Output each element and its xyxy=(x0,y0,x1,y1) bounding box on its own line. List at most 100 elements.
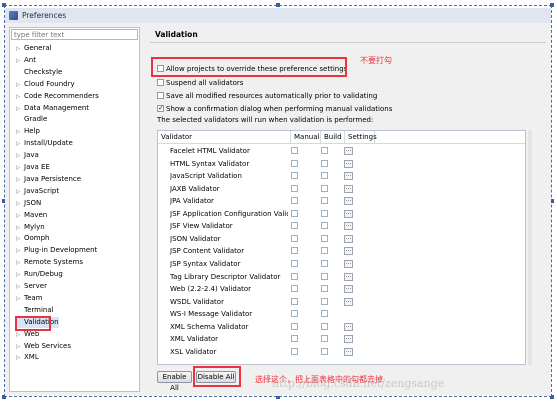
option-suspend[interactable]: Suspend all validators xyxy=(157,78,243,89)
settings-button[interactable]: ... xyxy=(344,259,353,268)
tree-item[interactable]: ▷ Code Recommenders xyxy=(16,91,99,102)
tree-expand-arrow-icon[interactable]: ▷ xyxy=(16,80,24,91)
manual-checkbox[interactable] xyxy=(291,310,298,318)
tree-expand-arrow-icon[interactable]: ▷ xyxy=(16,330,24,341)
tree-item[interactable]: Checkstyle xyxy=(16,67,62,78)
manual-checkbox[interactable] xyxy=(291,247,298,255)
tree-item[interactable]: ▷ Mylyn xyxy=(16,222,45,233)
tree-expand-arrow-icon[interactable]: ▷ xyxy=(16,92,24,103)
tree-expand-arrow-icon[interactable]: ▷ xyxy=(16,139,24,150)
build-checkbox[interactable] xyxy=(321,259,328,267)
enable-all-button[interactable]: Enable All xyxy=(157,371,192,392)
tree-item[interactable]: ▷ Team xyxy=(16,293,43,304)
tree-expand-arrow-icon[interactable]: ▷ xyxy=(16,342,24,353)
table-scrollbar[interactable] xyxy=(528,130,532,365)
manual-checkbox[interactable] xyxy=(291,272,298,280)
header-manual[interactable]: Manual xyxy=(291,131,321,143)
tree-expand-arrow-icon[interactable]: ▷ xyxy=(16,163,24,174)
settings-button[interactable]: ... xyxy=(344,147,353,155)
settings-button[interactable]: ... xyxy=(344,184,353,193)
manual-checkbox[interactable] xyxy=(291,234,298,242)
manual-checkbox[interactable] xyxy=(291,209,298,217)
resize-handle[interactable] xyxy=(550,3,554,7)
tree-expand-arrow-icon[interactable]: ▷ xyxy=(16,127,24,138)
filter-input[interactable] xyxy=(11,29,138,40)
resize-handle[interactable] xyxy=(2,3,6,7)
manual-checkbox[interactable] xyxy=(291,222,298,230)
option-show-confirmation[interactable]: Show a confirmation dialog when performi… xyxy=(157,103,392,115)
header-build[interactable]: Build xyxy=(321,131,345,143)
suspend-checkbox[interactable] xyxy=(157,79,164,86)
tree-item[interactable]: ▷ JavaScript xyxy=(16,186,59,197)
build-checkbox[interactable] xyxy=(321,197,328,205)
build-checkbox[interactable] xyxy=(321,272,328,280)
settings-button[interactable]: ... xyxy=(344,285,353,294)
build-checkbox[interactable] xyxy=(321,335,328,343)
tree-item[interactable]: ▷ Help xyxy=(16,126,40,137)
tree-item[interactable]: Terminal xyxy=(16,305,54,316)
tree-item[interactable]: ▷ Plug-in Development xyxy=(16,245,97,256)
header-validator[interactable]: Validator xyxy=(158,131,291,143)
build-checkbox[interactable] xyxy=(321,234,328,242)
tree-expand-arrow-icon[interactable]: ▷ xyxy=(16,270,24,281)
manual-checkbox[interactable] xyxy=(291,197,298,205)
settings-button[interactable]: ... xyxy=(344,234,353,243)
tree-item[interactable]: ▷ Oomph xyxy=(16,233,50,244)
show-confirmation-checkbox[interactable] xyxy=(157,103,164,114)
resize-handle[interactable] xyxy=(276,3,280,7)
manual-checkbox[interactable] xyxy=(291,297,298,305)
manual-checkbox[interactable] xyxy=(291,184,298,192)
build-checkbox[interactable] xyxy=(321,310,328,318)
tree-expand-arrow-icon[interactable]: ▷ xyxy=(16,246,24,257)
manual-checkbox[interactable] xyxy=(291,147,298,154)
tree-item[interactable]: ▷ JSON xyxy=(16,198,41,209)
tree-item[interactable]: ▷ Java Persistence xyxy=(16,174,81,185)
settings-button[interactable]: ... xyxy=(344,272,353,281)
settings-button[interactable]: ... xyxy=(344,197,353,206)
tree-expand-arrow-icon[interactable]: ▷ xyxy=(16,223,24,234)
tree-item[interactable]: ▷ Java EE xyxy=(16,162,50,173)
tree-expand-arrow-icon[interactable]: ▷ xyxy=(16,151,24,162)
tree-expand-arrow-icon[interactable]: ▷ xyxy=(16,258,24,269)
manual-checkbox[interactable] xyxy=(291,259,298,267)
manual-checkbox[interactable] xyxy=(291,172,298,180)
header-settings[interactable]: Settings xyxy=(345,131,377,143)
settings-button[interactable]: ... xyxy=(344,222,353,231)
tree-expand-arrow-icon[interactable]: ▷ xyxy=(16,353,24,364)
settings-button[interactable]: ... xyxy=(344,172,353,181)
tree-expand-arrow-icon[interactable]: ▷ xyxy=(16,294,24,305)
manual-checkbox[interactable] xyxy=(291,347,298,355)
tree-item[interactable]: ▷ Remote Systems xyxy=(16,257,83,268)
option-save-modified[interactable]: Save all modified resources automaticall… xyxy=(157,91,377,102)
tree-item[interactable]: ▷ Run/Debug xyxy=(16,269,63,280)
build-checkbox[interactable] xyxy=(321,347,328,355)
build-checkbox[interactable] xyxy=(321,322,328,330)
tree-item[interactable]: ▷ Install/Update xyxy=(16,138,73,149)
manual-checkbox[interactable] xyxy=(291,335,298,343)
tree-item[interactable]: ▷ General xyxy=(16,43,52,54)
build-checkbox[interactable] xyxy=(321,247,328,255)
tree-item[interactable]: ▷ Maven xyxy=(16,210,47,221)
build-checkbox[interactable] xyxy=(321,297,328,305)
settings-button[interactable]: ... xyxy=(344,335,353,344)
manual-checkbox[interactable] xyxy=(291,285,298,293)
build-checkbox[interactable] xyxy=(321,209,328,217)
settings-button[interactable]: ... xyxy=(344,297,353,306)
settings-button[interactable]: ... xyxy=(344,347,353,356)
tree-expand-arrow-icon[interactable]: ▷ xyxy=(16,199,24,210)
tree-item[interactable]: ▷ Cloud Foundry xyxy=(16,79,75,90)
tree-expand-arrow-icon[interactable]: ▷ xyxy=(16,234,24,245)
settings-button[interactable]: ... xyxy=(344,209,353,218)
build-checkbox[interactable] xyxy=(321,147,328,154)
tree-expand-arrow-icon[interactable]: ▷ xyxy=(16,56,24,67)
tree-expand-arrow-icon[interactable]: ▷ xyxy=(16,44,24,55)
tree-expand-arrow-icon[interactable]: ▷ xyxy=(16,211,24,222)
settings-button[interactable]: ... xyxy=(344,247,353,256)
tree-item[interactable]: ▷ Data Management xyxy=(16,103,89,114)
save-modified-checkbox[interactable] xyxy=(157,92,164,99)
build-checkbox[interactable] xyxy=(321,172,328,180)
settings-button[interactable]: ... xyxy=(344,322,353,331)
tree-expand-arrow-icon[interactable]: ▷ xyxy=(16,104,24,115)
tree-item[interactable]: ▷ Web Services xyxy=(16,341,71,352)
build-checkbox[interactable] xyxy=(321,159,328,167)
